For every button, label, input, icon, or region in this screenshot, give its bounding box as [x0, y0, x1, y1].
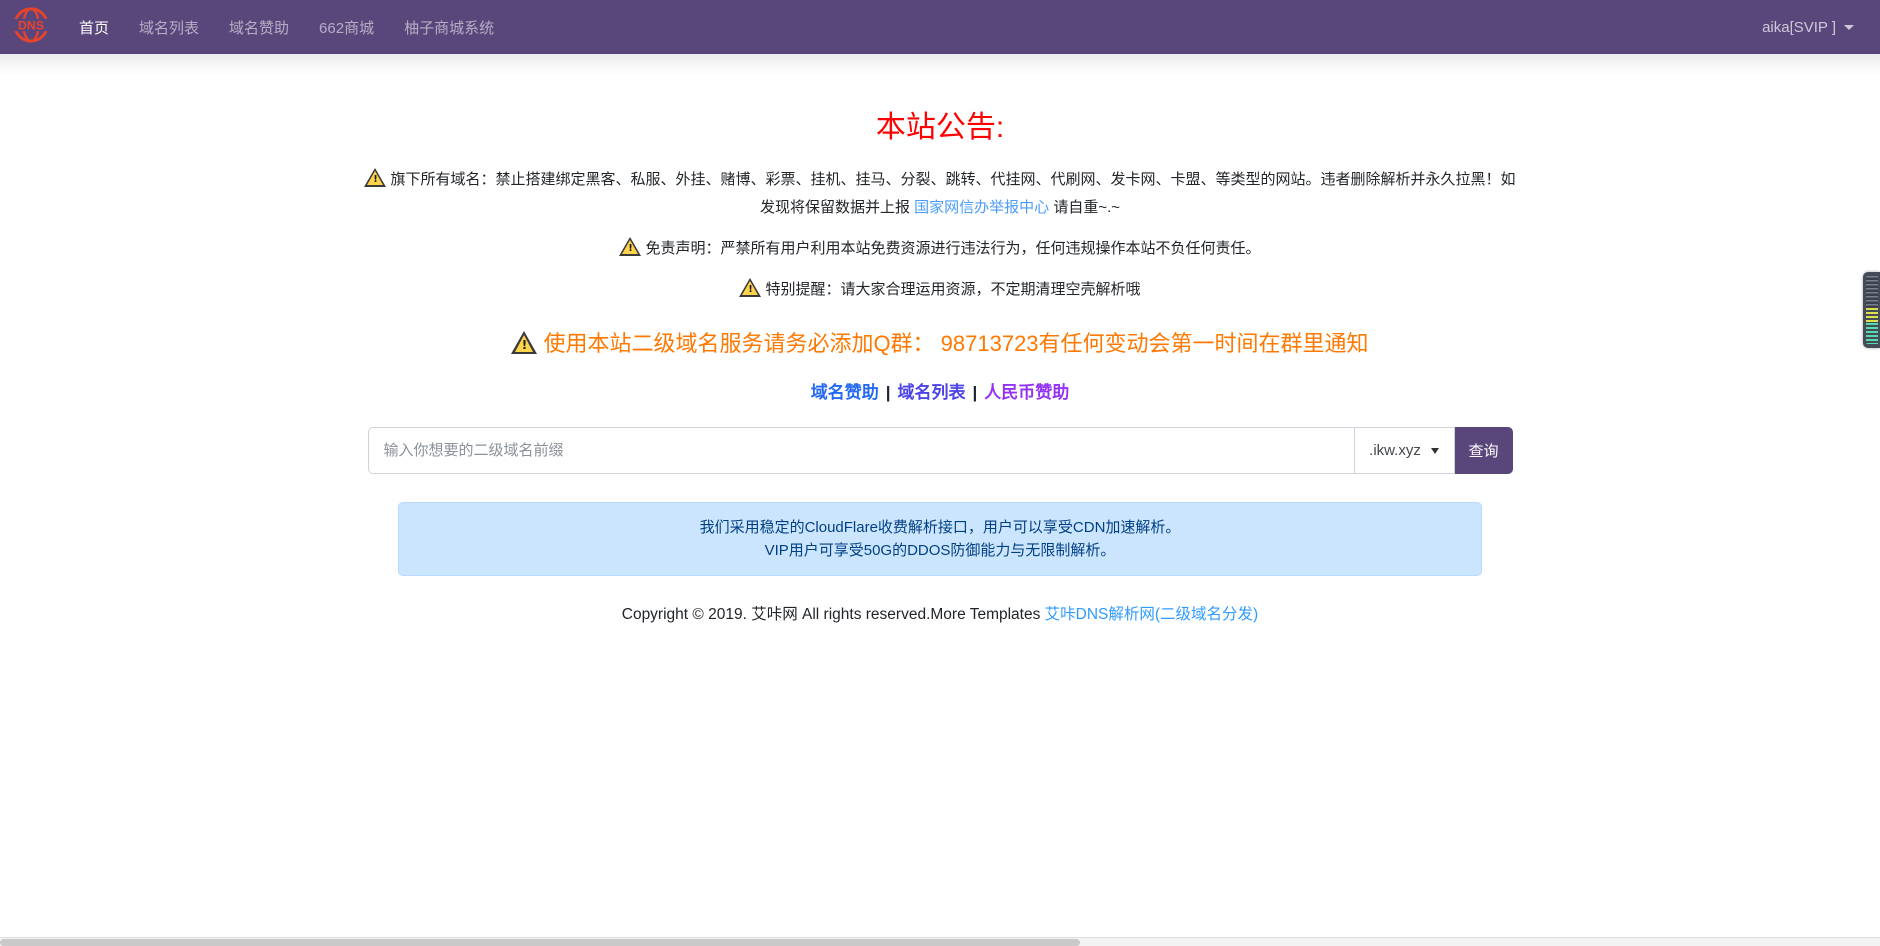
notice-disclaimer-text: 免责声明：严禁所有用户利用本站免费资源进行违法行为，任何违规操作本站不负任何责任… [645, 240, 1260, 257]
horizontal-scrollbar-thumb[interactable] [0, 939, 1080, 946]
quick-link-domain-sponsor[interactable]: 域名赞助 [811, 383, 879, 402]
warning-icon: ! [511, 331, 537, 354]
dns-globe-icon: DNS [12, 6, 50, 49]
cloudflare-info-box: 我们采用稳定的CloudFlare收费解析接口，用户可以享受CDN加速解析。 V… [398, 502, 1482, 576]
info-line-cdn: 我们采用稳定的CloudFlare收费解析接口，用户可以享受CDN加速解析。 [419, 516, 1461, 539]
warning-icon: ! [739, 278, 761, 297]
top-fade-divider [0, 54, 1880, 76]
brand-logo[interactable]: DNS [12, 6, 50, 49]
notice-disclaimer: ! 免责声明：严禁所有用户利用本站免费资源进行违法行为，任何违规操作本站不负任何… [360, 235, 1520, 263]
horizontal-scrollbar[interactable] [0, 937, 1880, 946]
quick-link-rmb-sponsor[interactable]: 人民币赞助 [984, 383, 1069, 402]
nav-item-662-shop[interactable]: 662商城 [304, 9, 389, 46]
qq-group-notice-text: 使用本站二级域名服务请务必添加Q群： 98713723有任何变动会第一时间在群里… [543, 331, 1368, 356]
chevron-down-icon [1844, 25, 1854, 30]
notice-reminder: ! 特别提醒：请大家合理运用资源，不定期清理空壳解析哦 [360, 276, 1520, 304]
navbar: DNS 首页 域名列表 域名赞助 662商城 柚子商城系统 aika[SVIP … [0, 0, 1880, 54]
report-center-link[interactable]: 国家网信办举报中心 [914, 199, 1049, 216]
select-arrow-icon [1431, 448, 1439, 454]
page-title: 本站公告: [0, 102, 1880, 146]
svg-text:DNS: DNS [18, 18, 44, 32]
separator: | [886, 383, 891, 402]
side-panel-stripes-dark [1866, 276, 1878, 308]
warning-icon: ! [364, 168, 386, 187]
nav-item-domain-list[interactable]: 域名列表 [124, 9, 214, 46]
quick-links: 域名赞助 | 域名列表 | 人民币赞助 [0, 378, 1880, 403]
user-dropdown[interactable]: aika[SVIP ] [1762, 19, 1854, 36]
nav-item-youzi-shop-system[interactable]: 柚子商城系统 [389, 9, 509, 46]
separator: | [973, 383, 978, 402]
footer-site-link[interactable]: 艾咔DNS解析网(二级域名分发) [1045, 606, 1259, 623]
copyright-text: Copyright © 2019. 艾咔网 All rights reserve… [622, 606, 1045, 623]
side-panel-stripes-yellow [1866, 308, 1878, 323]
domain-prefix-input[interactable] [368, 427, 1354, 474]
nav-item-home[interactable]: 首页 [64, 9, 124, 46]
notice-domains-rule: ! 旗下所有域名：禁止搭建绑定黑客、私服、外挂、赌博、彩票、挂机、挂马、分裂、跳… [360, 166, 1520, 222]
quick-link-domain-list[interactable]: 域名列表 [898, 383, 966, 402]
user-label: aika[SVIP ] [1762, 19, 1836, 36]
nav-item-domain-sponsor[interactable]: 域名赞助 [214, 9, 304, 46]
info-line-vip: VIP用户可享受50G的DDOS防御能力与无限制解析。 [419, 539, 1461, 562]
warning-icon: ! [619, 237, 641, 256]
domain-suffix-value: .ikw.xyz [1369, 442, 1421, 459]
notice-domains-rule-tail: 请自重~.~ [1049, 199, 1120, 216]
notice-reminder-text: 特别提醒：请大家合理运用资源，不定期清理空壳解析哦 [765, 281, 1140, 298]
domain-suffix-select[interactable]: .ikw.xyz [1354, 427, 1455, 474]
query-button[interactable]: 查询 [1455, 427, 1513, 474]
footer: Copyright © 2019. 艾咔网 All rights reserve… [0, 602, 1880, 624]
nav-menu: 首页 域名列表 域名赞助 662商城 柚子商城系统 [64, 9, 509, 46]
side-panel-stripes-teal [1866, 323, 1878, 344]
qq-group-notice: ! 使用本站二级域名服务请务必添加Q群： 98713723有任何变动会第一时间在… [340, 326, 1540, 358]
domain-search-group: .ikw.xyz 查询 [368, 427, 1513, 474]
side-panel-handle[interactable] [1863, 272, 1880, 348]
main-content: 本站公告: ! 旗下所有域名：禁止搭建绑定黑客、私服、外挂、赌博、彩票、挂机、挂… [0, 102, 1880, 624]
